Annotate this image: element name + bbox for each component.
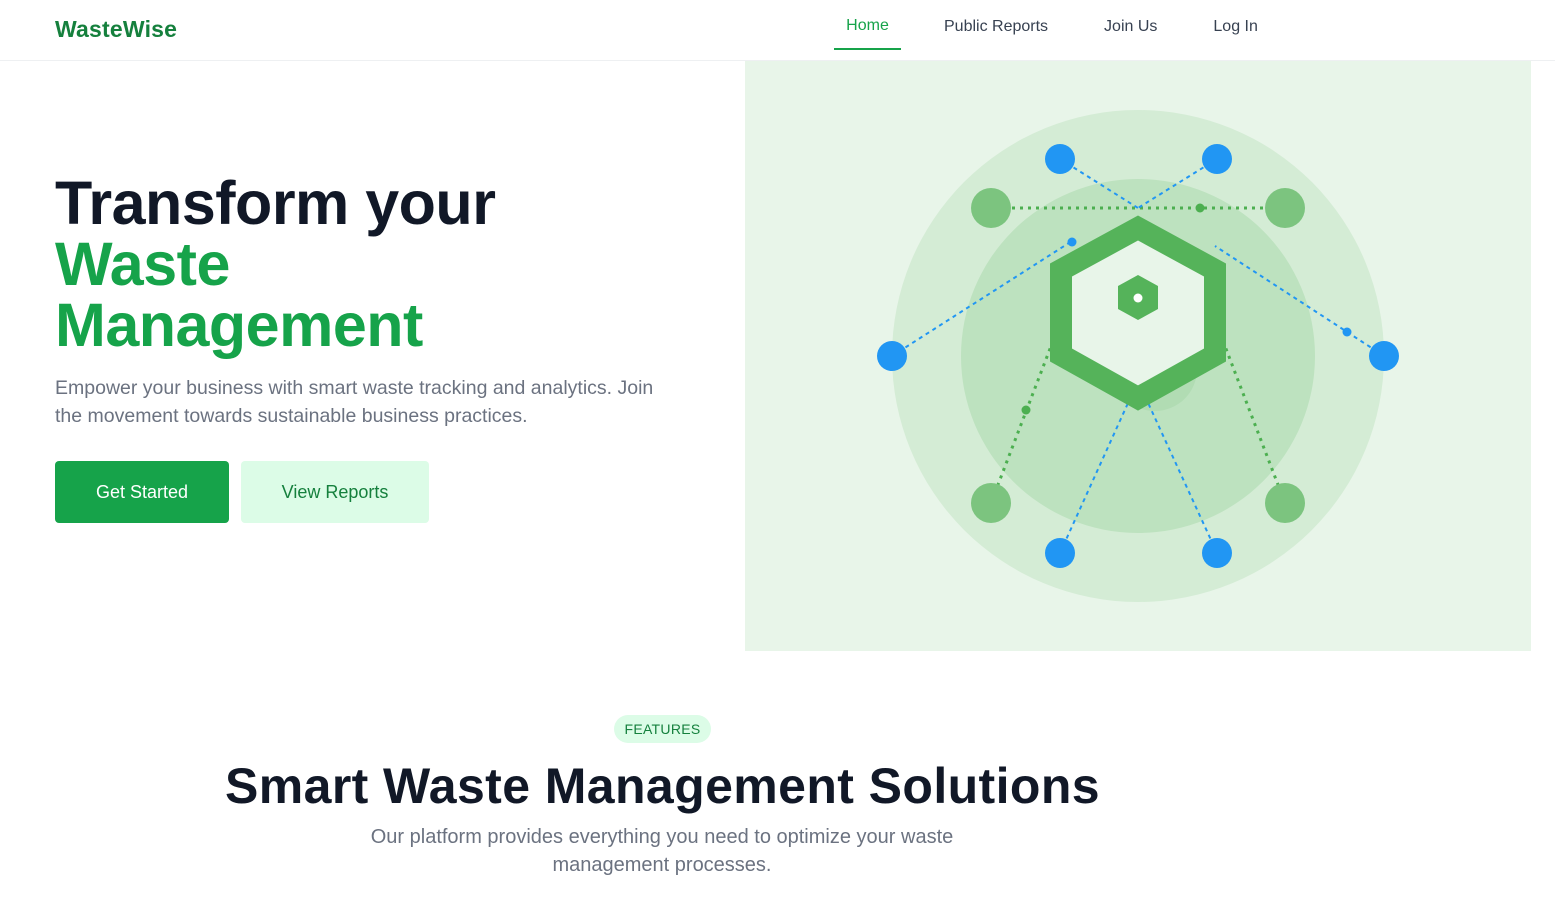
main-nav: Home Public Reports Join Us Log In [834, 0, 1258, 61]
junction-dot [1067, 237, 1077, 247]
network-graphic [877, 110, 1399, 602]
hero-subtitle: Empower your business with smart waste t… [55, 377, 654, 427]
site-header: WasteWise Home Public Reports Join Us Lo… [0, 0, 1555, 61]
get-started-button[interactable]: Get Started [55, 461, 229, 523]
hero-title-line1: Transform your [55, 169, 496, 237]
junction-dot [1195, 203, 1205, 213]
nav-join-us[interactable]: Join Us [1104, 0, 1157, 50]
junction-dot [1021, 405, 1031, 415]
junction-dot [1342, 327, 1352, 337]
nav-home[interactable]: Home [834, 0, 901, 50]
features-subtitle: Our platform provides everything you nee… [370, 826, 954, 876]
features-badge: FEATURES [614, 715, 711, 743]
core-dot [1133, 293, 1143, 303]
hero-title-highlight-2: Management [55, 291, 423, 359]
hero-title-highlight-1: Waste [55, 230, 230, 298]
view-reports-button[interactable]: View Reports [241, 461, 429, 523]
nav-public-reports[interactable]: Public Reports [944, 0, 1048, 50]
hero-title: Transform your Waste Management [55, 169, 496, 359]
nav-log-in[interactable]: Log In [1213, 0, 1257, 50]
logo[interactable]: WasteWise [55, 16, 177, 43]
features-title: Smart Waste Management Solutions [225, 758, 1100, 814]
hero-illustration [745, 61, 1531, 651]
